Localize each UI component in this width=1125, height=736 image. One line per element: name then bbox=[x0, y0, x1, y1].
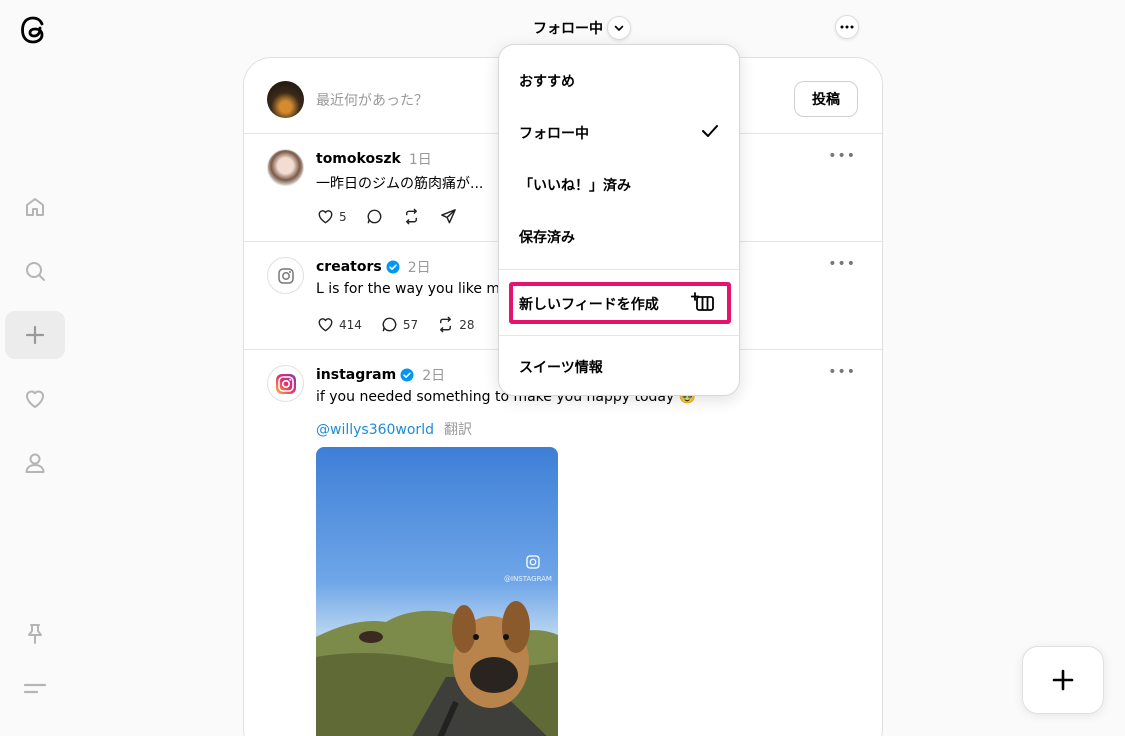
post-media[interactable]: @INSTAGRAM bbox=[316, 447, 558, 736]
repost-count: 28 bbox=[459, 317, 475, 332]
username[interactable]: tomokoszk bbox=[316, 151, 401, 167]
more-icon bbox=[840, 25, 854, 29]
search-icon bbox=[26, 262, 45, 281]
feed-title[interactable]: フォロー中 bbox=[533, 18, 603, 38]
my-avatar[interactable] bbox=[267, 81, 304, 118]
nav-home[interactable] bbox=[5, 183, 65, 231]
like-count: 5 bbox=[339, 209, 347, 224]
composer-input[interactable]: 最近何があった？ bbox=[316, 90, 428, 110]
post-time: 2日 bbox=[407, 260, 431, 276]
repost-icon bbox=[440, 316, 452, 333]
menu-icon bbox=[23, 683, 47, 694]
post: instagram 2日 if you needed something to … bbox=[244, 350, 882, 736]
avatar[interactable] bbox=[267, 365, 304, 402]
like-button[interactable]: 414 bbox=[316, 315, 362, 334]
nav-menu[interactable] bbox=[5, 664, 65, 712]
heart-icon bbox=[318, 210, 333, 224]
share-button[interactable] bbox=[439, 207, 458, 226]
menu-item-following[interactable]: フォロー中 bbox=[519, 123, 589, 143]
verified-badge-icon bbox=[386, 260, 400, 274]
media-watermark: @INSTAGRAM bbox=[504, 575, 552, 583]
reply-button[interactable]: 57 bbox=[380, 315, 418, 334]
feed-dropdown-menu: おすすめ フォロー中 「いいね！」済み 保存済み 新しいフィードを作成 スイーツ… bbox=[498, 44, 740, 396]
header-more-button[interactable] bbox=[835, 15, 859, 39]
reply-button[interactable] bbox=[365, 207, 384, 226]
menu-item-saved[interactable]: 保存済み bbox=[519, 227, 575, 247]
home-icon bbox=[26, 198, 44, 216]
like-button[interactable]: 5 bbox=[316, 207, 347, 226]
menu-divider bbox=[499, 335, 739, 336]
comment-icon bbox=[367, 209, 382, 224]
reply-count: 57 bbox=[402, 317, 419, 332]
username[interactable]: instagram bbox=[316, 367, 396, 383]
chevron-down-icon bbox=[614, 25, 624, 31]
post-more-button[interactable]: ••• bbox=[828, 148, 856, 164]
verified-badge-icon bbox=[400, 368, 414, 382]
repost-button[interactable] bbox=[402, 207, 421, 226]
instagram-glyph-icon bbox=[277, 267, 294, 284]
post-more-button[interactable]: ••• bbox=[828, 256, 856, 272]
nav-search[interactable] bbox=[5, 247, 65, 295]
menu-item-recommended[interactable]: おすすめ bbox=[519, 71, 575, 91]
plus-icon bbox=[25, 325, 45, 345]
repost-icon bbox=[405, 208, 417, 225]
post-text: L is for the way you like my bbox=[316, 281, 509, 297]
post-time: 1日 bbox=[408, 152, 432, 168]
comment-icon bbox=[382, 317, 397, 332]
heart-icon bbox=[318, 318, 333, 332]
person-icon bbox=[25, 453, 45, 473]
post-time: 2日 bbox=[422, 368, 446, 384]
dog-photo bbox=[316, 555, 558, 736]
checkmark-icon bbox=[702, 125, 718, 137]
post-text: 一昨日のジムの筋肉痛が... bbox=[316, 176, 484, 192]
nav-activity[interactable] bbox=[5, 375, 65, 423]
floating-create-button[interactable] bbox=[1022, 646, 1104, 714]
add-feed-icon bbox=[691, 292, 714, 311]
menu-item-liked[interactable]: 「いいね！」済み bbox=[519, 175, 631, 195]
post-more-button[interactable]: ••• bbox=[828, 364, 856, 380]
nav-create[interactable] bbox=[5, 311, 65, 359]
instagram-logo-icon bbox=[275, 373, 296, 394]
translate-link[interactable]: 翻訳 bbox=[444, 422, 472, 438]
avatar[interactable] bbox=[267, 257, 304, 294]
send-icon bbox=[440, 209, 456, 224]
username[interactable]: creators bbox=[316, 259, 382, 275]
like-count: 414 bbox=[339, 317, 362, 332]
menu-divider bbox=[499, 269, 739, 270]
avatar[interactable] bbox=[267, 149, 304, 186]
menu-item-custom-feed[interactable]: スイーツ情報 bbox=[519, 357, 603, 377]
plus-icon bbox=[1052, 669, 1074, 691]
nav-profile[interactable] bbox=[5, 439, 65, 487]
post-button[interactable]: 投稿 bbox=[794, 81, 858, 117]
threads-logo-icon[interactable] bbox=[17, 13, 51, 47]
repost-button[interactable]: 28 bbox=[436, 315, 474, 334]
nav-pin[interactable] bbox=[5, 610, 65, 658]
feed-switcher-button[interactable] bbox=[607, 16, 631, 40]
heart-icon bbox=[26, 390, 44, 408]
pin-icon bbox=[28, 624, 42, 644]
menu-item-create-feed[interactable]: 新しいフィードを作成 bbox=[519, 294, 659, 314]
mention-link[interactable]: @willys360world bbox=[316, 422, 434, 438]
